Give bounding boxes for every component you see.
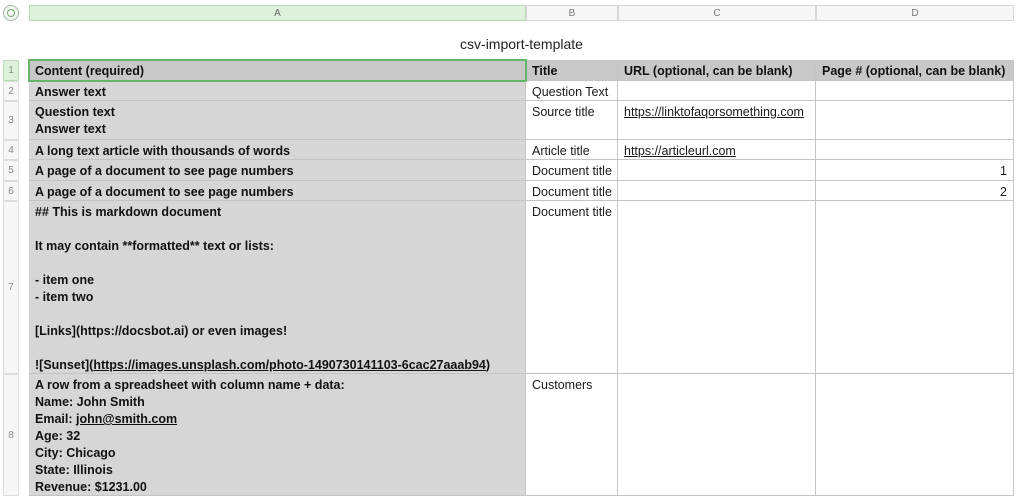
- row-header-7[interactable]: 7: [3, 201, 19, 374]
- header-cell-c[interactable]: URL (optional, can be blank): [618, 60, 816, 81]
- table-title: csv-import-template: [460, 36, 583, 52]
- title-cell[interactable]: Source title: [526, 101, 618, 140]
- url-cell[interactable]: https://linktofaqorsomething.com: [618, 101, 816, 140]
- content-line: A long text article with thousands of wo…: [35, 144, 291, 158]
- url-cell[interactable]: [618, 81, 816, 101]
- content-line: [35, 306, 519, 323]
- content-line: Question text: [35, 105, 115, 119]
- column-header-a[interactable]: A: [29, 5, 526, 21]
- content-line: It may contain **formatted** text or lis…: [35, 239, 274, 253]
- column-header-d[interactable]: D: [816, 5, 1014, 21]
- content-line: Name: John Smith: [35, 395, 145, 409]
- content-line: - item two: [35, 290, 94, 304]
- select-all-button[interactable]: [3, 5, 19, 21]
- row-header-6[interactable]: 6: [3, 181, 19, 201]
- page-number-cell[interactable]: 2: [816, 181, 1014, 201]
- page-number-cell[interactable]: [816, 81, 1014, 101]
- column-header-c[interactable]: C: [618, 5, 816, 21]
- content-line: Answer text: [35, 122, 106, 136]
- content-line: Revenue: $1231.00: [35, 480, 147, 494]
- page-number-cell[interactable]: [816, 201, 1014, 374]
- content-cell[interactable]: A long text article with thousands of wo…: [29, 140, 526, 160]
- email-link[interactable]: john@smith.com: [76, 412, 177, 426]
- content-line: [Links](https://docsbot.ai) or even imag…: [35, 324, 288, 338]
- row-header-5[interactable]: 5: [3, 160, 19, 181]
- image-link[interactable]: https://images.unsplash.com/photo-149073…: [93, 358, 486, 372]
- content-line: Age: 32: [35, 429, 81, 443]
- title-cell[interactable]: Question Text: [526, 81, 618, 101]
- content-line: Email: john@smith.com: [35, 412, 178, 426]
- row-header-3[interactable]: 3: [3, 101, 19, 140]
- content-line: Answer text: [35, 85, 106, 99]
- content-cell[interactable]: A row from a spreadsheet with column nam…: [29, 374, 526, 496]
- content-line: A page of a document to see page numbers: [35, 164, 294, 178]
- row-header-2[interactable]: 2: [3, 81, 19, 101]
- url-cell[interactable]: [618, 160, 816, 181]
- title-cell[interactable]: Document title: [526, 201, 618, 374]
- column-header-b[interactable]: B: [526, 5, 618, 21]
- page-number-cell[interactable]: [816, 101, 1014, 140]
- content-line: ## This is markdown document: [35, 205, 222, 219]
- title-cell[interactable]: Document title: [526, 181, 618, 201]
- content-line: - item one: [35, 273, 95, 287]
- row-header-8[interactable]: 8: [3, 374, 19, 496]
- content-cell[interactable]: A page of a document to see page numbers: [29, 181, 526, 201]
- row-header-4[interactable]: 4: [3, 140, 19, 160]
- content-cell[interactable]: Answer text: [29, 81, 526, 101]
- url-cell[interactable]: https://articleurl.com: [618, 140, 816, 160]
- content-line: A row from a spreadsheet with column nam…: [35, 378, 345, 392]
- header-cell-d[interactable]: Page # (optional, can be blank): [816, 60, 1014, 81]
- content-line: ![Sunset](https://images.unsplash.com/ph…: [35, 358, 491, 372]
- row-header-1[interactable]: 1: [3, 60, 19, 81]
- title-cell[interactable]: Customers: [526, 374, 618, 496]
- content-line: State: Illinois: [35, 463, 113, 477]
- page-number-cell[interactable]: [816, 140, 1014, 160]
- content-line: [35, 340, 519, 357]
- url-cell[interactable]: [618, 201, 816, 374]
- url-cell[interactable]: [618, 181, 816, 201]
- content-cell[interactable]: ## This is markdown document It may conta…: [29, 201, 526, 374]
- url-link[interactable]: https://articleurl.com: [624, 144, 736, 158]
- url-link[interactable]: https://linktofaqorsomething.com: [624, 105, 804, 119]
- page-number-cell[interactable]: 1: [816, 160, 1014, 181]
- title-cell[interactable]: Article title: [526, 140, 618, 160]
- content-cell[interactable]: Question text Answer text: [29, 101, 526, 140]
- header-cell-b[interactable]: Title: [526, 60, 618, 81]
- url-cell[interactable]: [618, 374, 816, 496]
- header-cell-a[interactable]: Content (required): [29, 60, 526, 81]
- title-cell[interactable]: Document title: [526, 160, 618, 181]
- content-cell[interactable]: A page of a document to see page numbers: [29, 160, 526, 181]
- content-line: [35, 221, 519, 238]
- content-line: A page of a document to see page numbers: [35, 185, 294, 199]
- page-number-cell[interactable]: [816, 374, 1014, 496]
- content-line: City: Chicago: [35, 446, 116, 460]
- content-line: [35, 255, 519, 272]
